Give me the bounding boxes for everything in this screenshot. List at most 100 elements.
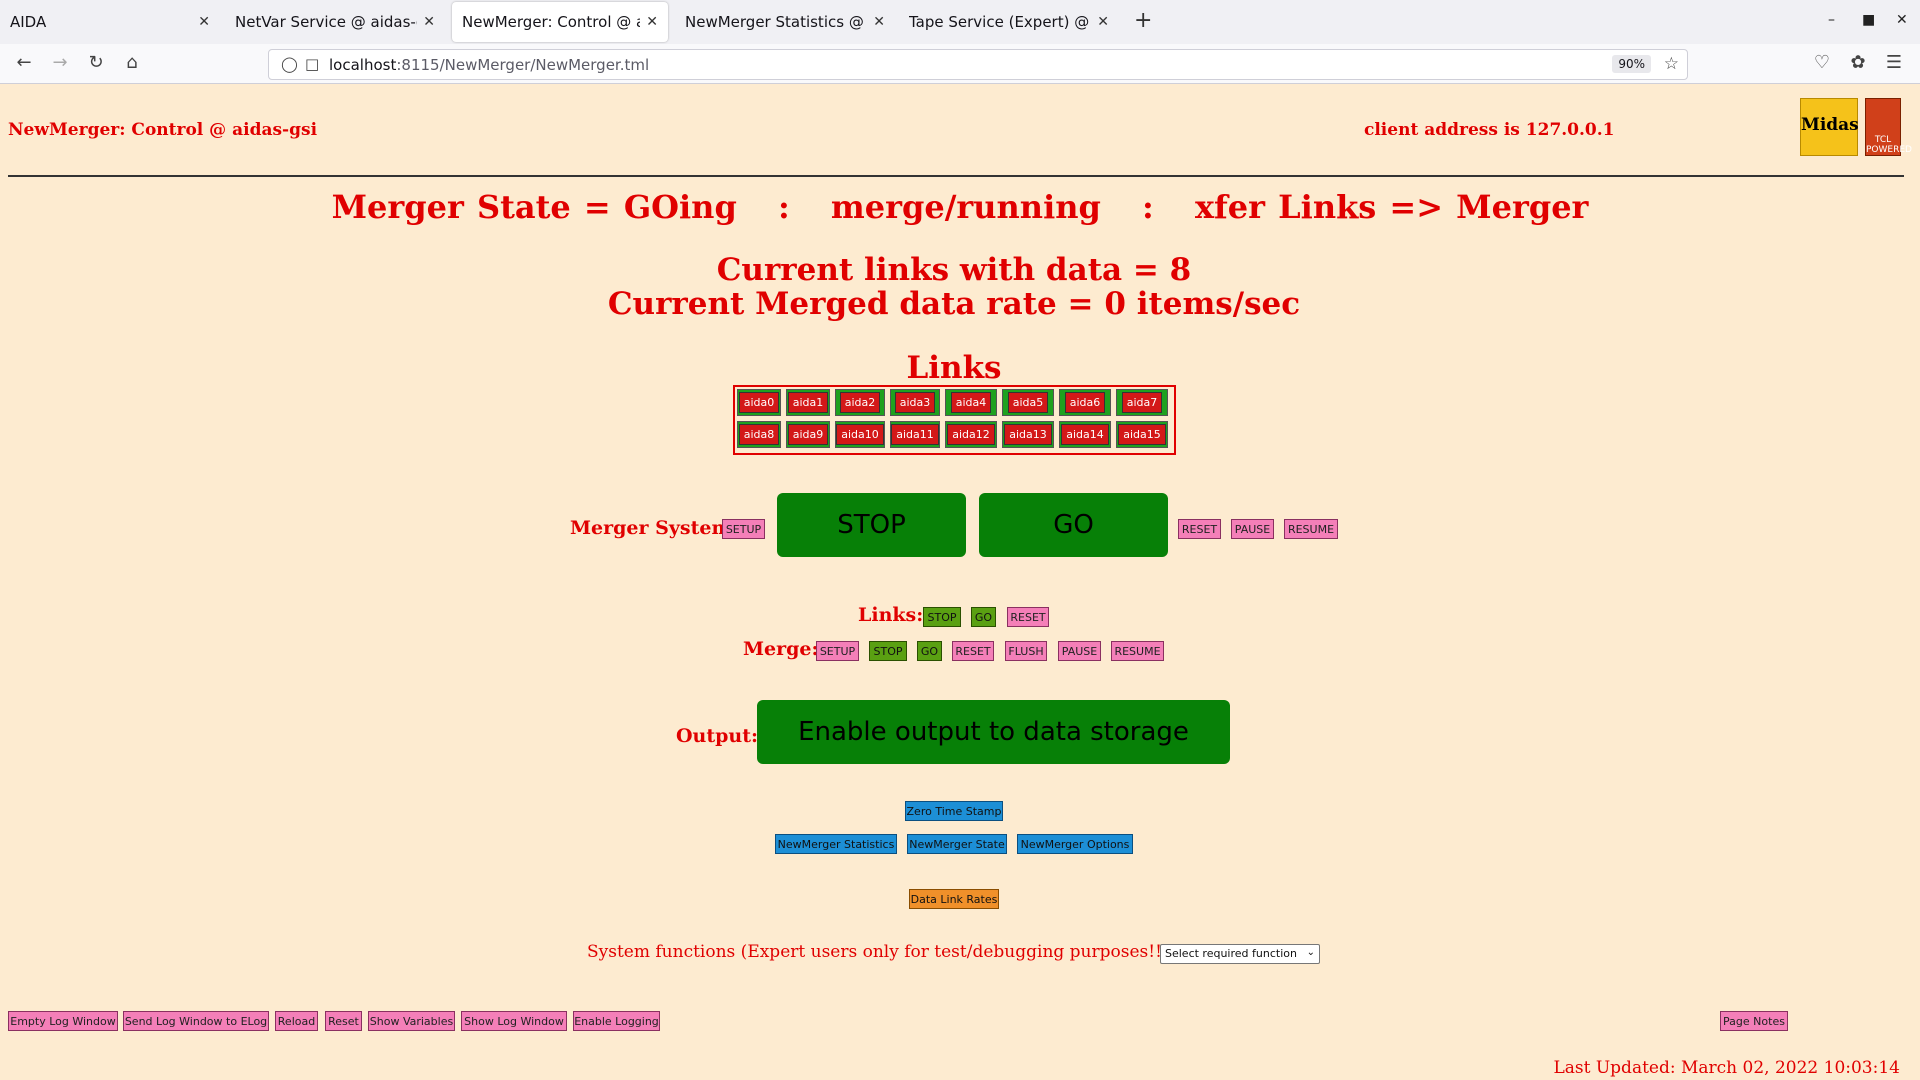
link-cell[interactable]: aida3 [890,389,940,416]
link-cell[interactable]: aida8 [737,421,781,448]
back-icon[interactable]: ← [12,52,36,73]
link-cell[interactable]: aida2 [835,389,885,416]
newmerger-options-button[interactable]: NewMerger Options [1017,834,1133,854]
newmerger-statistics-button[interactable]: NewMerger Statistics [775,834,897,854]
link-cell[interactable]: aida12 [945,421,997,448]
last-updated: Last Updated: March 02, 2022 10:03:14 [1553,1058,1900,1078]
empty-log-window-button[interactable]: Empty Log Window [8,1011,118,1031]
links-go-button[interactable]: GO [971,607,996,627]
chevron-down-icon: ⌄ [1306,947,1315,958]
merge-go-button[interactable]: GO [917,641,942,661]
enable-output-button[interactable]: Enable output to data storage [757,700,1230,764]
links-reset-button[interactable]: RESET [1007,607,1049,627]
link-label: aida2 [839,392,881,413]
separator: : [777,188,790,226]
page-title: NewMerger: Control @ aidas-gsi [8,120,318,140]
merge-control-label: Merge: [743,638,819,660]
tab-newmerger-statistics[interactable]: NewMerger Statistics @ aida ✕ [675,2,895,42]
close-icon[interactable]: ✕ [1097,14,1109,30]
close-icon[interactable]: ✕ [873,14,885,30]
merger-state: Merger State = GOing [331,188,737,226]
merge-mode: merge/running [830,188,1101,226]
link-cell[interactable]: aida4 [945,389,997,416]
separator: : [1142,188,1154,226]
link-cell[interactable]: aida5 [1002,389,1054,416]
merge-reset-button[interactable]: RESET [952,641,994,661]
home-icon[interactable]: ⌂ [120,52,144,73]
link-cell[interactable]: aida10 [835,421,885,448]
star-icon[interactable]: ☆ [1664,54,1679,74]
send-log-elog-button[interactable]: Send Log Window to ELog [123,1011,269,1031]
link-label: aida12 [947,424,995,445]
links-with-data: Current links with data = 8 [716,252,1192,288]
system-function-select[interactable]: Select required function ⌄ [1160,944,1320,964]
url-bar[interactable]: ◯ □ localhost:8115/NewMerger/NewMerger.t… [268,49,1688,80]
link-label: aida14 [1061,424,1109,445]
close-icon[interactable]: ✕ [646,14,658,30]
window-close-icon[interactable]: ✕ [1896,12,1908,28]
tcl-logo: TCL POWERED [1865,98,1912,156]
merger-stop-button[interactable]: STOP [777,493,966,557]
system-functions-label: System functions (Expert users only for … [587,942,1176,962]
newmerger-state-button[interactable]: NewMerger State [907,834,1007,854]
data-link-rates-button[interactable]: Data Link Rates [909,889,999,909]
merge-pause-button[interactable]: PAUSE [1058,641,1101,661]
reset-button[interactable]: Reset [325,1011,362,1031]
link-label: aida0 [738,392,780,413]
links-title: Links [906,350,1002,386]
tab-label: NetVar Service @ aidas-gsi [235,13,418,31]
menu-icon[interactable]: ☰ [1882,52,1906,73]
url-text: localhost:8115/NewMerger/NewMerger.tml [329,56,649,74]
link-label: aida3 [894,392,936,413]
show-log-window-button[interactable]: Show Log Window [461,1011,567,1031]
reload-button[interactable]: Reload [275,1011,318,1031]
forward-icon[interactable]: → [48,52,72,73]
merger-go-button[interactable]: GO [979,493,1168,557]
link-cell[interactable]: aida13 [1002,421,1054,448]
reload-icon[interactable]: ↻ [84,52,108,73]
show-variables-button[interactable]: Show Variables [368,1011,455,1031]
midas-logo-text: Midas [1801,115,1859,135]
link-cell[interactable]: aida1 [786,389,830,416]
merge-flush-button[interactable]: FLUSH [1005,641,1047,661]
close-icon[interactable]: ✕ [198,14,210,30]
minimize-icon[interactable]: – [1828,12,1835,28]
page-icon: □ [305,55,320,73]
link-cell[interactable]: aida15 [1116,421,1168,448]
link-cell[interactable]: aida0 [737,389,781,416]
link-cell[interactable]: aida14 [1059,421,1111,448]
links-stop-button[interactable]: STOP [923,607,961,627]
merge-resume-button[interactable]: RESUME [1111,641,1164,661]
new-tab-icon[interactable]: + [1134,8,1152,33]
merger-reset-button[interactable]: RESET [1178,519,1221,539]
tab-newmerger-control[interactable]: NewMerger: Control @ aidas ✕ [452,2,668,42]
link-label: aida13 [1004,424,1052,445]
merge-stop-button[interactable]: STOP [869,641,907,661]
merger-resume-button[interactable]: RESUME [1284,519,1338,539]
page-notes-button[interactable]: Page Notes [1720,1011,1788,1031]
merger-setup-button[interactable]: SETUP [722,519,765,539]
link-cell[interactable]: aida6 [1059,389,1111,416]
zoom-badge[interactable]: 90% [1612,55,1651,73]
tab-netvar[interactable]: NetVar Service @ aidas-gsi ✕ [225,2,445,42]
link-cell[interactable]: aida7 [1116,389,1168,416]
merged-data-rate: Current Merged data rate = 0 items/sec [607,286,1301,322]
extensions-icon[interactable]: ✿ [1846,52,1870,73]
tab-tape-service[interactable]: Tape Service (Expert) @ aida ✕ [899,2,1119,42]
close-icon[interactable]: ✕ [423,14,435,30]
zero-timestamp-button[interactable]: Zero Time Stamp [905,801,1003,821]
enable-logging-button[interactable]: Enable Logging [573,1011,660,1031]
link-label: aida1 [787,392,829,413]
select-value: Select required function [1165,947,1297,960]
link-label: aida4 [950,392,992,413]
merger-pause-button[interactable]: PAUSE [1231,519,1274,539]
link-label: aida8 [738,424,780,445]
browser-nav-bar: ← → ↻ ⌂ ◯ □ localhost:8115/NewMerger/New… [0,44,1920,84]
tab-aida[interactable]: AIDA ✕ [0,2,220,42]
link-cell[interactable]: aida11 [890,421,940,448]
client-address: client address is 127.0.0.1 [1364,120,1615,140]
maximize-icon[interactable]: ■ [1862,12,1875,28]
pocket-icon[interactable]: ♡ [1810,52,1834,73]
link-cell[interactable]: aida9 [786,421,830,448]
merge-setup-button[interactable]: SETUP [816,641,859,661]
